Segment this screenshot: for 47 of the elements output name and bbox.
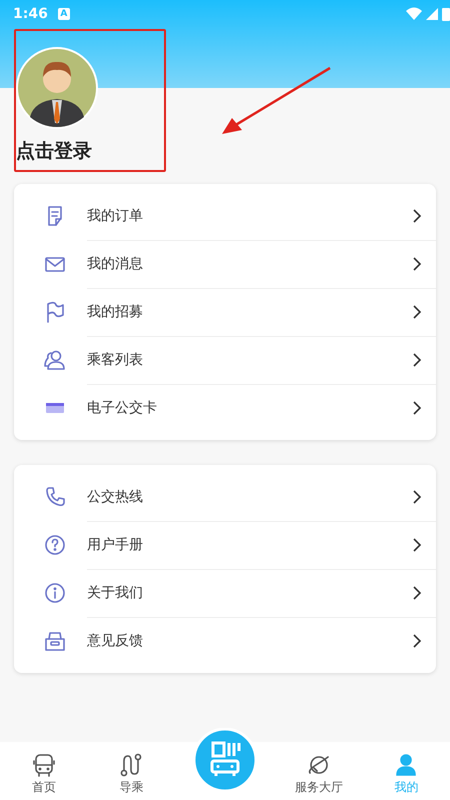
box-icon [44,630,66,652]
chevron-icon [412,256,422,272]
notification-icon: A [58,8,70,20]
avatar-icon[interactable] [16,47,98,129]
menu-label: 用户手册 [87,536,143,554]
menu-item[interactable]: 关于我们 [14,569,436,617]
nav-tab[interactable]: 首页 [0,753,88,796]
chevron-icon [412,633,422,649]
menu-label: 意见反馈 [87,632,143,650]
menu-label: 关于我们 [87,584,143,602]
user-icon [394,753,418,777]
menu-item[interactable]: 公交热线 [14,473,436,521]
nav-tab[interactable]: 导乘 [88,753,175,796]
menu-label: 公交热线 [87,488,143,506]
menu-item[interactable]: 我的消息 [14,240,436,288]
status-time: 1:46 [13,6,48,22]
planet-icon [306,753,331,777]
menu-item[interactable]: 我的招募 [14,288,436,336]
wifi-icon [406,7,422,21]
chevron-icon [412,488,422,504]
menu-label: 我的招募 [87,302,143,320]
phone-icon [44,486,66,508]
route-icon [119,753,144,777]
help-icon [44,534,66,556]
nav-tab[interactable]: 服务大厅 [275,753,362,796]
menu-item[interactable]: 电子公交卡 [14,384,436,432]
login-link[interactable]: 点击登录 [16,138,92,164]
menu-label: 乘客列表 [87,350,143,368]
menu-label: 我的订单 [87,206,143,224]
chevron-icon [412,584,422,600]
bus-icon [32,753,56,777]
chevron-icon [412,304,422,320]
flag-icon [44,301,66,323]
menu-item[interactable]: 用户手册 [14,521,436,569]
chevron-icon [412,536,422,552]
menu-label: 电子公交卡 [87,399,157,417]
menu-item[interactable]: 意见反馈 [14,617,436,665]
chevron-icon [412,352,422,368]
menu-item[interactable]: 乘客列表 [14,336,436,384]
menu-item[interactable]: 我的订单 [14,192,436,240]
signal-icon [426,7,438,21]
info-icon [44,582,66,604]
people-icon [44,349,66,371]
chevron-icon [412,208,422,224]
chevron-icon [412,400,422,416]
menu-label: 我的消息 [87,254,143,272]
battery-icon [442,7,450,21]
